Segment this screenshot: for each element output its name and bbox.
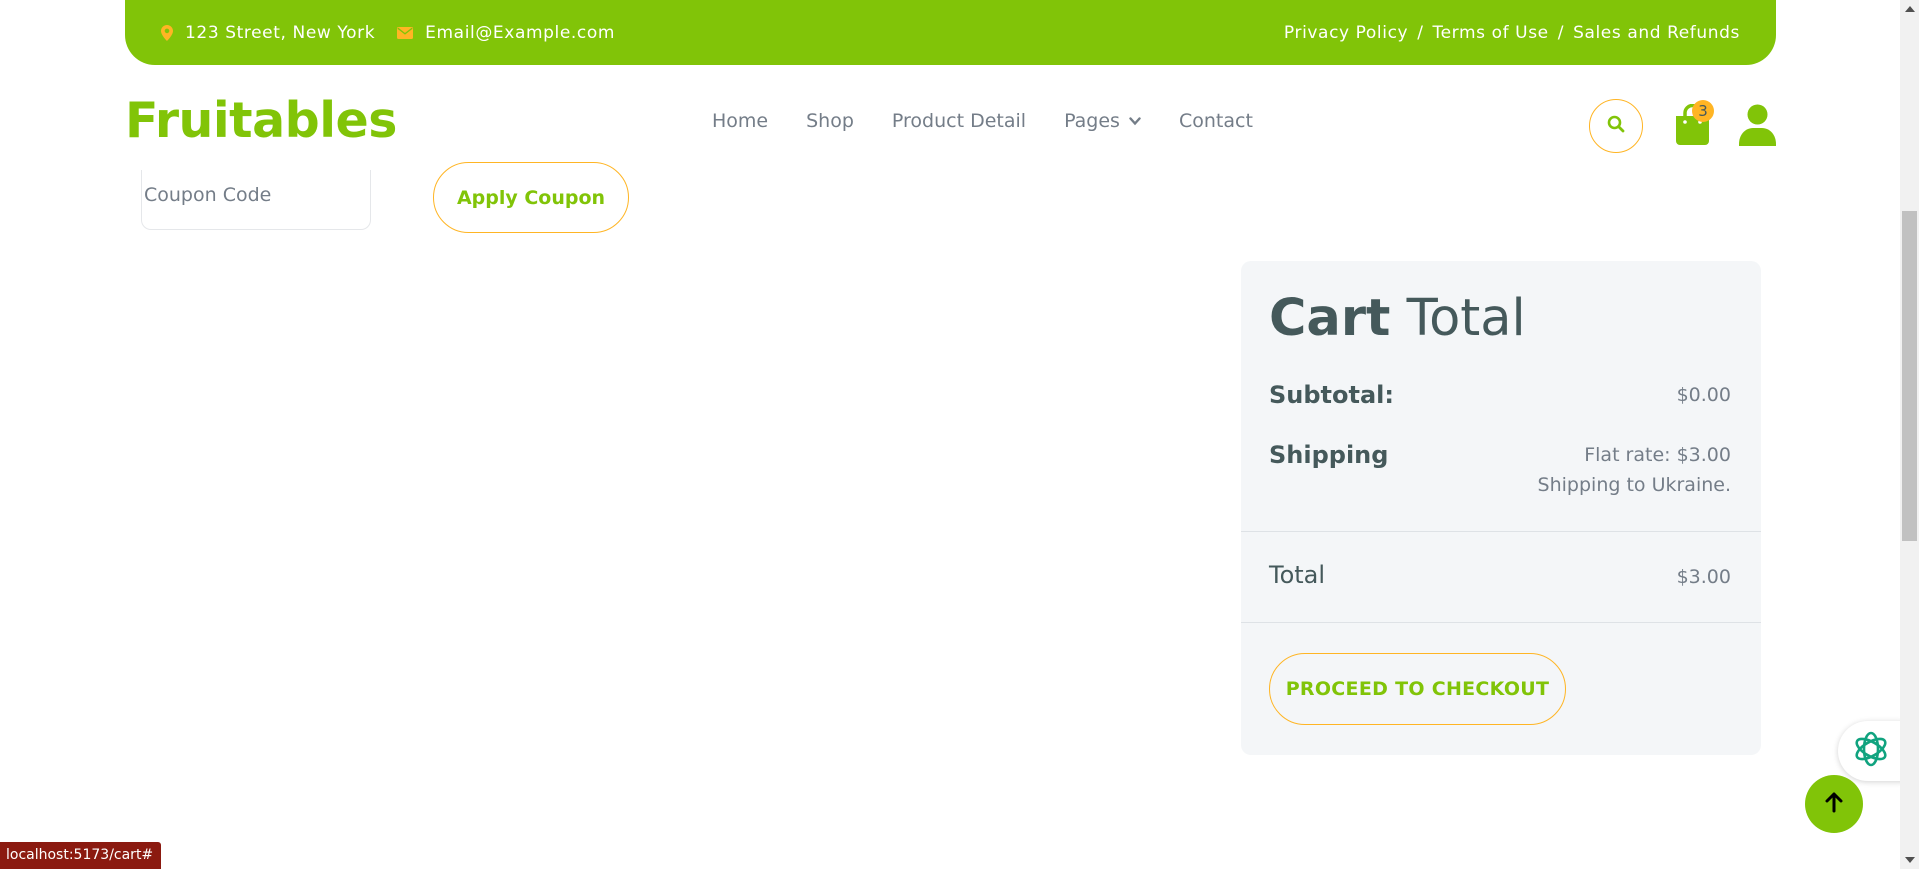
- proceed-to-checkout-button[interactable]: PROCEED TO CHECKOUT: [1269, 653, 1566, 725]
- envelope-icon: [397, 26, 414, 39]
- brand-logo[interactable]: Fruitables: [125, 92, 397, 149]
- total-value: $3.00: [1676, 566, 1731, 588]
- back-to-top-button[interactable]: [1805, 775, 1863, 833]
- nav-pages-label: Pages: [1064, 110, 1120, 132]
- scroll-up-arrow-icon[interactable]: [1905, 6, 1915, 12]
- nav-product-detail[interactable]: Product Detail: [892, 110, 1026, 132]
- chevron-down-icon: [1129, 116, 1141, 126]
- scrollbar-thumb[interactable]: [1902, 211, 1917, 541]
- nav-shop[interactable]: Shop: [806, 110, 854, 132]
- shopping-bag-icon: [1674, 103, 1711, 150]
- email-link[interactable]: Email@Example.com: [425, 23, 615, 43]
- subtotal-value: $0.00: [1676, 384, 1731, 406]
- ai-assistant-widget[interactable]: [1838, 721, 1904, 781]
- shipping-rate: Flat rate: $3.00: [1584, 444, 1731, 466]
- link-status-bar: localhost:5173/cart#: [0, 842, 162, 869]
- total-label: Total: [1269, 561, 1326, 589]
- cart-total-title: Cart Total: [1269, 289, 1526, 348]
- subtotal-label: Subtotal:: [1269, 381, 1395, 409]
- map-marker-icon: [161, 24, 173, 41]
- shipping-label: Shipping: [1269, 441, 1389, 469]
- address-item: 123 Street, New York: [161, 23, 375, 43]
- cart-title-bold: Cart: [1269, 289, 1391, 348]
- apply-coupon-button[interactable]: Apply Coupon: [433, 162, 629, 233]
- cart-count-badge: 3: [1692, 100, 1714, 122]
- divider: [1241, 622, 1761, 623]
- top-info-bar: 123 Street, New York Email@Example.com P…: [125, 0, 1776, 65]
- arrow-up-icon: [1824, 791, 1844, 818]
- nav-pages[interactable]: Pages: [1064, 110, 1141, 132]
- nav-contact[interactable]: Contact: [1179, 110, 1253, 132]
- shipping-details: Flat rate: $3.00 Shipping to Ukraine.: [1538, 440, 1731, 500]
- contact-info: 123 Street, New York Email@Example.com: [161, 23, 637, 43]
- separator: /: [1417, 22, 1424, 43]
- terms-of-use-link[interactable]: Terms of Use: [1433, 23, 1549, 43]
- user-account-button[interactable]: [1739, 104, 1776, 151]
- divider: [1241, 531, 1761, 532]
- main-nav: Home Shop Product Detail Pages Contact: [712, 110, 1291, 132]
- email-item: Email@Example.com: [397, 23, 615, 43]
- separator: /: [1557, 22, 1565, 43]
- nav-home[interactable]: Home: [712, 110, 768, 132]
- shipping-destination: Shipping to Ukraine.: [1537, 474, 1731, 496]
- assistant-logo-icon: [1851, 729, 1891, 774]
- policy-links: Privacy Policy / Terms of Use / Sales an…: [1284, 23, 1740, 43]
- sales-refunds-link[interactable]: Sales and Refunds: [1573, 23, 1740, 43]
- search-button[interactable]: [1589, 99, 1643, 153]
- user-icon: [1739, 104, 1776, 150]
- search-icon: [1607, 115, 1625, 138]
- address-link[interactable]: 123 Street, New York: [185, 23, 375, 43]
- privacy-policy-link[interactable]: Privacy Policy: [1284, 23, 1408, 43]
- cart-total-panel: Cart Total Subtotal: $0.00 Shipping Flat…: [1241, 261, 1761, 755]
- coupon-code-input[interactable]: Coupon Code: [141, 170, 371, 230]
- cart-title-light: Total: [1406, 289, 1526, 348]
- scroll-down-arrow-icon[interactable]: [1905, 857, 1915, 863]
